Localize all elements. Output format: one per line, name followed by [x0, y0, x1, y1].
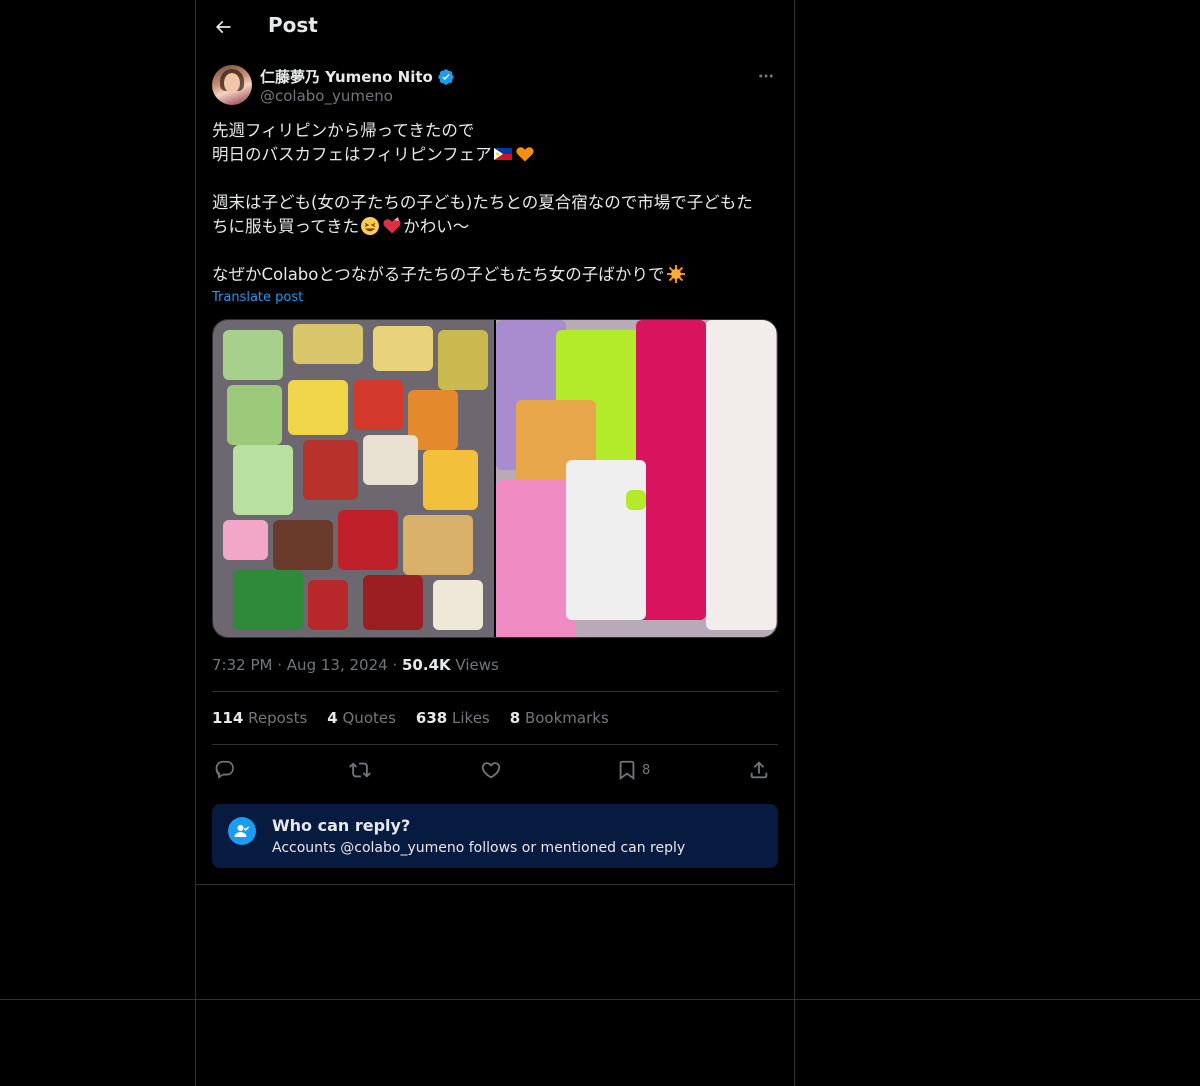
more-dots-icon — [759, 74, 773, 78]
divider — [212, 691, 778, 692]
likes-stat[interactable]: 638 Likes — [416, 709, 490, 727]
back-button[interactable] — [210, 12, 236, 42]
tweet-spacer — [212, 167, 778, 191]
author-name[interactable]: 仁藤夢乃 Yumeno Nito — [260, 66, 433, 87]
post-media-grid — [212, 319, 778, 638]
repost-button[interactable] — [349, 756, 371, 784]
heart-with-ribbon-icon — [383, 217, 401, 234]
tweet-text: 先週フィリピンから帰ってきたので明日のバスカフェはフィリピンフェア 週末は子ども… — [212, 119, 778, 287]
views-label: Views — [455, 656, 499, 674]
share-button[interactable] — [748, 756, 770, 784]
tweet-spacer — [212, 239, 778, 263]
person-check-icon — [228, 817, 256, 845]
reply-restriction-title: Who can reply? — [272, 816, 411, 835]
bookmark-count: 8 — [642, 762, 651, 778]
bookmark-icon — [619, 760, 635, 781]
tweet-line: ちに服も買ってきた かわい〜 — [212, 217, 470, 236]
post-header: Post — [196, 0, 794, 54]
post-timestamp: 7:32 PM · Aug 13, 2024 · 50.4K Views — [212, 656, 499, 674]
reposts-stat[interactable]: 114 Reposts — [212, 709, 307, 727]
tweet-line: 明日のバスカフェはフィリピンフェア — [212, 143, 778, 167]
right-column-divider — [794, 0, 795, 1086]
post-column: Post 仁藤夢乃 Yumeno Nito @colabo_yumeno 先週フ… — [196, 0, 794, 885]
sun-icon — [666, 265, 685, 283]
tweet-line: 先週フィリピンから帰ってきたので — [212, 121, 475, 140]
page-title: Post — [268, 13, 318, 37]
engagement-stats: 114 Reposts 4 Quotes 638 Likes 8 Bookmar… — [212, 709, 609, 727]
author-handle[interactable]: @colabo_yumeno — [260, 87, 393, 105]
repost-icon — [349, 762, 371, 778]
philippines-flag-icon — [493, 148, 512, 160]
like-button[interactable] — [480, 756, 502, 784]
more-options-button[interactable] — [754, 65, 778, 87]
post-date[interactable]: Aug 13, 2024 — [287, 656, 388, 674]
arrow-left-icon — [215, 20, 231, 34]
tweet-line: なぜかColaboとつながる子たちの子どもたち女の子ばかりで — [212, 263, 778, 287]
bookmark-button[interactable]: 8 — [616, 756, 650, 784]
tweet-line: 週末は子ども(女の子たちの子ども)たちとの夏合宿なので市場で子どもた — [212, 193, 753, 212]
author-name-row[interactable]: 仁藤夢乃 Yumeno Nito — [260, 66, 455, 87]
translate-post-link[interactable]: Translate post — [212, 290, 303, 305]
divider — [212, 744, 778, 745]
reply-button[interactable] — [214, 756, 236, 784]
orange-heart-icon — [516, 147, 534, 162]
reply-restriction-notice: Who can reply? Accounts @colabo_yumeno f… — [212, 804, 778, 868]
avatar[interactable] — [212, 65, 252, 105]
heart-icon — [481, 762, 501, 779]
grinning-squinting-face-icon — [361, 217, 380, 235]
horizontal-divider — [0, 999, 1200, 1000]
verified-badge-icon — [438, 68, 454, 85]
share-icon — [750, 761, 768, 779]
post-time[interactable]: 7:32 PM — [212, 656, 272, 674]
post-author: 仁藤夢乃 Yumeno Nito @colabo_yumeno — [212, 65, 778, 107]
views-count: 50.4K — [402, 656, 451, 674]
reply-icon — [215, 760, 234, 779]
clothes-photo[interactable] — [496, 320, 777, 637]
reply-restriction-subtitle: Accounts @colabo_yumeno follows or menti… — [272, 840, 686, 856]
quotes-stat[interactable]: 4 Quotes — [327, 709, 396, 727]
bookmarks-stat[interactable]: 8 Bookmarks — [510, 709, 609, 727]
snacks-photo[interactable] — [213, 320, 494, 637]
action-bar: 8 — [212, 756, 778, 784]
